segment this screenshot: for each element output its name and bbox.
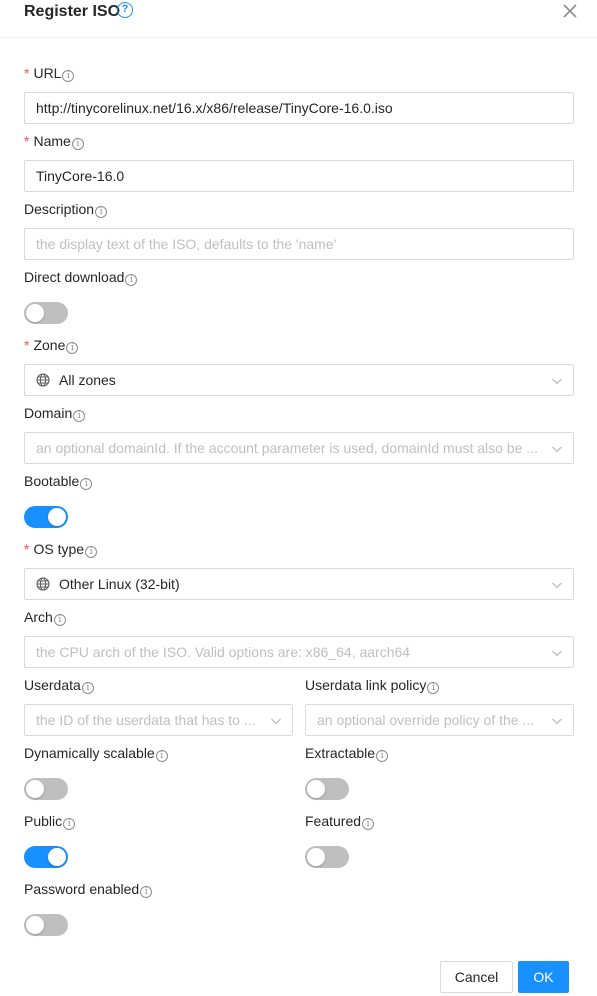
info-icon: i: [80, 478, 93, 490]
userdata-link-policy-select[interactable]: an optional override policy of the ...: [305, 704, 574, 736]
switch-knob: [48, 508, 66, 526]
globe-icon: [36, 577, 50, 591]
description-placeholder: the display text of the ISO, defaults to…: [36, 236, 337, 252]
switch-knob: [26, 780, 44, 798]
os-type-label: * OS type i: [24, 540, 98, 558]
bootable-switch[interactable]: [24, 506, 68, 528]
info-icon: i: [140, 886, 153, 898]
switch-knob: [26, 304, 44, 322]
arch-select[interactable]: the CPU arch of the ISO. Valid options a…: [24, 636, 574, 668]
name-input[interactable]: TinyCore-16.0: [24, 160, 574, 192]
ok-button[interactable]: OK: [518, 961, 569, 993]
info-icon: i: [71, 138, 84, 150]
userdata-link-policy-placeholder: an optional override policy of the ...: [317, 712, 535, 728]
url-value: http://tinycorelinux.net/16.x/x86/releas…: [36, 100, 393, 116]
userdata-link-policy-label: Userdata link policy i: [305, 676, 440, 694]
direct-download-switch[interactable]: [24, 302, 68, 324]
description-label: Description i: [24, 200, 108, 218]
description-input[interactable]: the display text of the ISO, defaults to…: [24, 228, 574, 260]
featured-label: Featured i: [305, 812, 375, 830]
url-input[interactable]: http://tinycorelinux.net/16.x/x86/releas…: [24, 92, 574, 124]
zone-select[interactable]: All zones: [24, 364, 574, 396]
info-icon: i: [63, 818, 76, 830]
chevron-down-icon: [271, 718, 281, 725]
zone-label: * Zone i: [24, 336, 79, 354]
userdata-placeholder: the ID of the userdata that has to ...: [36, 712, 256, 728]
chevron-down-icon: [552, 446, 562, 453]
switch-knob: [307, 848, 325, 866]
cancel-button[interactable]: Cancel: [440, 961, 513, 993]
info-icon: i: [125, 274, 138, 286]
dialog-header: Register ISO ?: [0, 0, 597, 38]
info-icon: i: [427, 682, 440, 694]
public-label: Public i: [24, 812, 76, 830]
password-enabled-switch[interactable]: [24, 914, 68, 936]
arch-placeholder: the CPU arch of the ISO. Valid options a…: [36, 644, 411, 660]
switch-knob: [26, 916, 44, 934]
dynamically-scalable-switch[interactable]: [24, 778, 68, 800]
info-icon: i: [362, 818, 375, 830]
zone-value: All zones: [59, 372, 116, 388]
close-icon[interactable]: [561, 2, 579, 20]
question-circle-icon[interactable]: ?: [117, 2, 133, 18]
arch-label: Arch i: [24, 608, 66, 626]
domain-select[interactable]: an optional domainId. If the account par…: [24, 432, 574, 464]
dialog-title: Register ISO: [24, 3, 121, 20]
password-enabled-label: Password enabled i: [24, 880, 153, 898]
chevron-down-icon: [552, 718, 562, 725]
extractable-label: Extractable i: [305, 744, 389, 762]
info-icon: i: [62, 70, 75, 82]
os-type-select[interactable]: Other Linux (32-bit): [24, 568, 574, 600]
info-icon: i: [376, 750, 389, 762]
userdata-label: Userdata i: [24, 676, 94, 694]
chevron-down-icon: [552, 650, 562, 657]
info-icon: i: [81, 682, 94, 694]
os-type-value: Other Linux (32-bit): [59, 576, 180, 592]
userdata-select[interactable]: the ID of the userdata that has to ...: [24, 704, 293, 736]
info-icon: i: [66, 342, 79, 354]
chevron-down-icon: [552, 378, 562, 385]
name-value: TinyCore-16.0: [36, 168, 125, 184]
switch-knob: [307, 780, 325, 798]
info-icon: i: [85, 546, 98, 558]
domain-placeholder: an optional domainId. If the account par…: [36, 440, 538, 456]
dynamically-scalable-label: Dynamically scalable i: [24, 744, 168, 762]
info-icon: i: [95, 206, 108, 218]
switch-knob: [48, 848, 66, 866]
domain-label: Domain i: [24, 404, 86, 422]
featured-switch[interactable]: [305, 846, 349, 868]
public-switch[interactable]: [24, 846, 68, 868]
bootable-label: Bootable i: [24, 472, 93, 490]
url-label: * URL i: [24, 64, 75, 82]
globe-icon: [36, 373, 50, 387]
chevron-down-icon: [552, 582, 562, 589]
info-icon: i: [155, 750, 168, 762]
info-icon: i: [53, 614, 66, 626]
extractable-switch[interactable]: [305, 778, 349, 800]
direct-download-label: Direct download i: [24, 268, 138, 286]
info-icon: i: [73, 410, 86, 422]
name-label: * Name i: [24, 132, 84, 150]
